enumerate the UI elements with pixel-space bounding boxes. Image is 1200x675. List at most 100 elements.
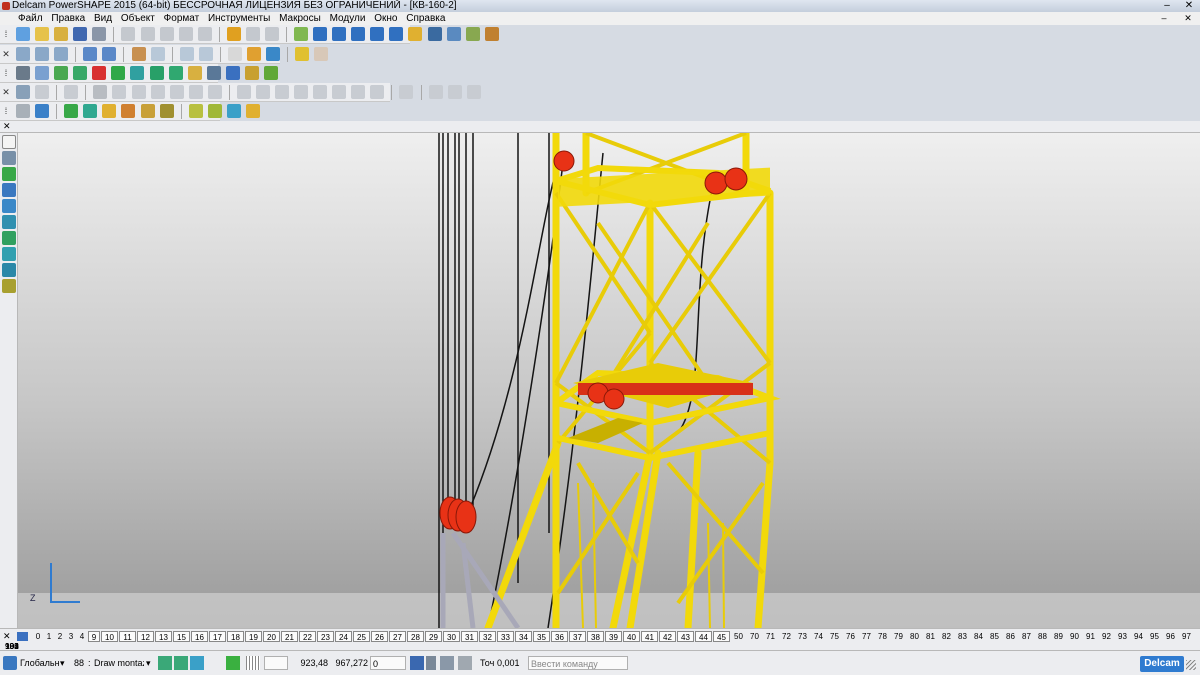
level-button[interactable]: 11: [119, 631, 136, 642]
level-button[interactable]: 19: [245, 631, 262, 642]
repeat-icon[interactable]: [264, 27, 279, 41]
level-button[interactable]: 34: [515, 631, 532, 642]
coord-z-field[interactable]: 0: [370, 656, 406, 670]
cut-icon[interactable]: [121, 27, 136, 41]
edit-icon[interactable]: [64, 85, 79, 99]
menu-help[interactable]: Справка: [406, 12, 445, 25]
pattern-icon[interactable]: [370, 85, 385, 99]
delete-icon[interactable]: [197, 27, 212, 41]
minimize-button[interactable]: –: [1158, 0, 1176, 12]
line-icon[interactable]: [332, 27, 347, 41]
level-button[interactable]: 82: [939, 631, 954, 642]
level-button[interactable]: 20: [263, 631, 280, 642]
principal-plane-icon[interactable]: [190, 656, 204, 670]
toolbar-grip[interactable]: ⁞: [2, 65, 10, 82]
zoom-in-icon[interactable]: [150, 47, 165, 61]
view-front-icon[interactable]: [35, 47, 50, 61]
grid-spacing-field[interactable]: [264, 656, 288, 670]
explode-icon[interactable]: [121, 104, 136, 118]
pointer-icon[interactable]: [16, 85, 31, 99]
level-button[interactable]: 27: [389, 631, 406, 642]
level-button[interactable]: 45: [713, 631, 730, 642]
level-button[interactable]: 42: [659, 631, 676, 642]
level-button[interactable]: 73: [795, 631, 810, 642]
chevron-down-icon[interactable]: ▾: [60, 656, 65, 670]
level-button[interactable]: 1: [44, 631, 54, 642]
split-icon[interactable]: [207, 85, 222, 99]
open-file-icon[interactable]: [35, 27, 50, 41]
copy-icon[interactable]: [140, 27, 155, 41]
shaded-icon[interactable]: [246, 47, 261, 61]
palette-icon[interactable]: [54, 66, 69, 80]
document-icon[interactable]: [35, 66, 50, 80]
view-pan-icon[interactable]: [102, 47, 117, 61]
export-icon[interactable]: [428, 85, 443, 99]
view-iso-icon[interactable]: [16, 47, 31, 61]
save-icon[interactable]: [73, 27, 88, 41]
feature-icon[interactable]: [188, 104, 203, 118]
level-button[interactable]: 78: [875, 631, 890, 642]
units-icon[interactable]: [458, 656, 472, 670]
dimension-icon[interactable]: [440, 656, 454, 670]
zoom-fit-icon[interactable]: [198, 47, 213, 61]
draft-icon[interactable]: [188, 85, 203, 99]
insert-icon[interactable]: [64, 104, 79, 118]
shell-icon[interactable]: [112, 85, 127, 99]
redo-icon[interactable]: [245, 27, 260, 41]
bom-icon[interactable]: [159, 104, 174, 118]
sphere-green-icon[interactable]: [111, 66, 126, 80]
weld-icon[interactable]: [226, 104, 241, 118]
level-button[interactable]: 18: [227, 631, 244, 642]
level-button[interactable]: 31: [461, 631, 478, 642]
level-button[interactable]: 32: [479, 631, 496, 642]
menu-file[interactable]: Файл: [18, 12, 43, 25]
tools-icon[interactable]: [484, 27, 499, 41]
workplane-icon[interactable]: [3, 656, 17, 670]
close-toolbar-icon[interactable]: ✕: [2, 46, 10, 63]
boolean-add-icon[interactable]: [236, 85, 251, 99]
level-button[interactable]: 36: [551, 631, 568, 642]
new-file-icon[interactable]: [16, 27, 31, 41]
level-button[interactable]: 0: [33, 631, 43, 642]
solid-create-icon[interactable]: [2, 215, 16, 229]
chevron-down-icon[interactable]: ▾: [146, 656, 151, 670]
cube-icon[interactable]: [244, 66, 259, 80]
level-button[interactable]: 10: [101, 631, 118, 642]
boolean-int-icon[interactable]: [275, 85, 289, 99]
level-button[interactable]: 29: [425, 631, 442, 642]
mdi-close-button[interactable]: ✕: [1182, 12, 1194, 25]
select-icon[interactable]: [294, 27, 309, 41]
calculator-icon[interactable]: [410, 656, 424, 670]
electrode-icon[interactable]: [245, 104, 260, 118]
level-button[interactable]: 25: [353, 631, 370, 642]
xyz-icon[interactable]: [35, 104, 50, 118]
level-button[interactable]: 84: [971, 631, 986, 642]
level-button[interactable]: 2: [55, 631, 65, 642]
level-button[interactable]: 41: [641, 631, 658, 642]
command-input[interactable]: Ввести команду: [528, 656, 628, 670]
level-button[interactable]: 79: [891, 631, 906, 642]
constraint-icon[interactable]: [83, 104, 98, 118]
mirror-icon[interactable]: [351, 85, 366, 99]
level-button[interactable]: 30: [443, 631, 460, 642]
level-button[interactable]: 96: [1163, 631, 1178, 642]
level-button[interactable]: 9: [88, 631, 100, 642]
level-button[interactable]: 72: [779, 631, 794, 642]
level-button[interactable]: 83: [955, 631, 970, 642]
level-button[interactable]: 85: [987, 631, 1002, 642]
level-button[interactable]: 16: [191, 631, 208, 642]
display-icon[interactable]: [206, 66, 221, 80]
shape-icon[interactable]: [168, 66, 183, 80]
level-button[interactable]: 50: [731, 631, 746, 642]
undo-icon[interactable]: [226, 27, 241, 41]
dimension-icon[interactable]: [408, 27, 423, 41]
mesh-create-icon[interactable]: [2, 247, 16, 261]
level-button[interactable]: 97: [1179, 631, 1194, 642]
chamfer-icon[interactable]: [169, 85, 184, 99]
level-name-select[interactable]: Draw montaz: [94, 656, 144, 670]
menu-window[interactable]: Окно: [374, 12, 397, 25]
curve-icon[interactable]: [370, 27, 385, 41]
circle-icon[interactable]: [351, 27, 366, 41]
surface-icon[interactable]: [427, 27, 442, 41]
material-icon[interactable]: [73, 66, 88, 80]
